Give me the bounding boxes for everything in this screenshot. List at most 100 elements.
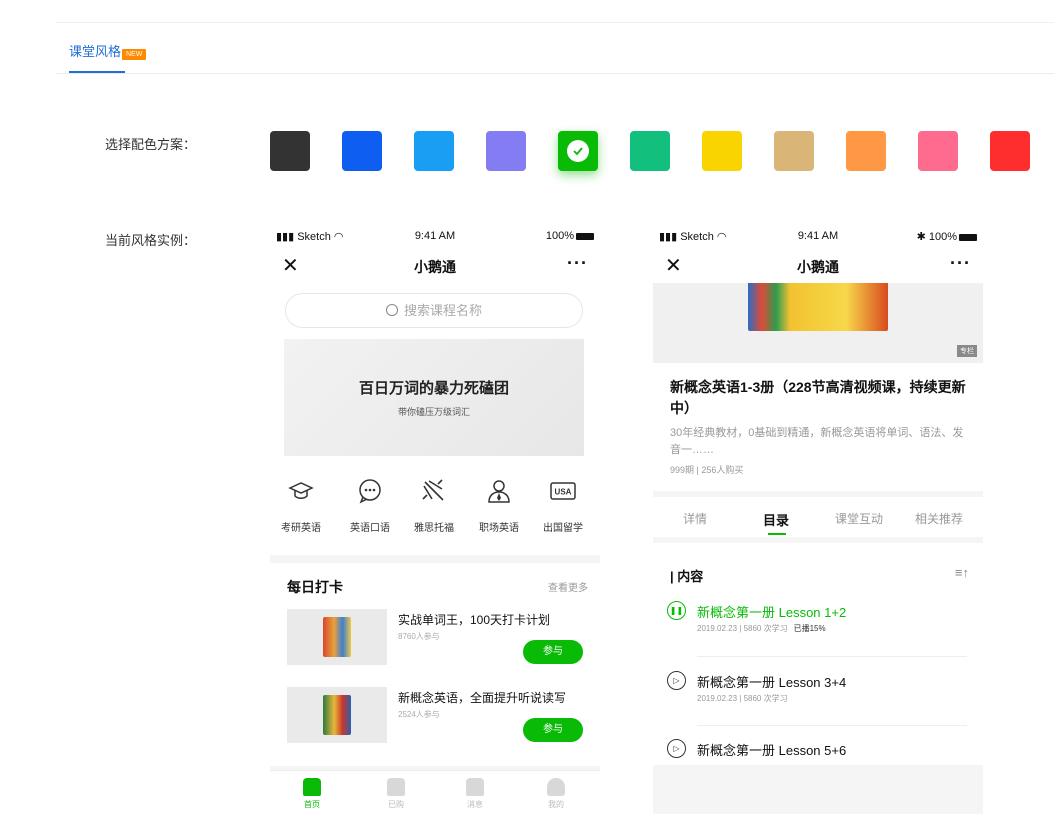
battery-icon (959, 233, 977, 241)
color-swatch[interactable] (918, 131, 958, 171)
bluetooth-icon: ✱ (916, 231, 926, 243)
list-title: | 内容 (670, 569, 704, 584)
search-input[interactable]: 搜索课程名称 (285, 293, 583, 328)
battery-icon (576, 232, 594, 240)
battery-status: 100% (546, 230, 594, 242)
played-percent: 已播15% (793, 624, 826, 633)
tab-label: 课堂风格 (69, 44, 122, 59)
daily-checkin-section: 每日打卡 查看更多 实战单词王，100天打卡计划 8760人参与 参与 新概念英… (270, 563, 600, 766)
course-title: 实战单词王，100天打卡计划 (398, 613, 551, 627)
tab-label: 我的 (548, 800, 564, 809)
check-icon (567, 140, 589, 162)
course-cover-image: 专栏 (653, 283, 983, 363)
new-badge: NEW (122, 49, 147, 60)
course-thumbnail (287, 609, 387, 665)
category-ielts[interactable]: 雅思托福 (403, 478, 465, 534)
sort-icon[interactable]: ≡↑ (955, 565, 969, 580)
banner-title: 百日万词的暴力死磕团 (358, 380, 509, 397)
color-swatch[interactable] (630, 131, 670, 171)
phone-preview-home: ▮▮▮ Sketch ◠ 9:41 AM 100% ✕ 小鹅通 ··· 搜索课程… (270, 225, 600, 814)
play-icon[interactable]: ▷ (667, 671, 686, 690)
join-button[interactable]: 参与 (523, 640, 583, 664)
course-participants: 8760人参与 (398, 632, 440, 641)
tab-home[interactable]: 首页 (287, 778, 337, 810)
pause-icon[interactable]: ❚❚ (667, 601, 686, 620)
course-title: 新概念英语1-3册（228节高清视频课，持续更新中） (670, 379, 966, 416)
category-label: 英语口语 (350, 523, 390, 534)
color-swatch[interactable] (558, 131, 598, 171)
tab-classroom-style[interactable]: 课堂风格 (69, 41, 125, 74)
tab-purchased[interactable]: 已购 (371, 778, 421, 810)
active-tab-indicator (768, 533, 786, 535)
color-swatch[interactable] (486, 131, 526, 171)
color-swatch[interactable] (774, 131, 814, 171)
course-participants: 2524人参与 (398, 710, 440, 719)
nav-bar: ✕ 小鹅通 ··· (270, 247, 600, 283)
lesson-meta: 2019.02.23 | 5860 次学习 (697, 694, 788, 703)
phone-preview-course: ▮▮▮ Sketch ◠ 9:41 AM ✱ 100% ✕ 小鹅通 ··· 专栏… (653, 225, 983, 814)
category-label: 职场英语 (479, 523, 519, 534)
section-title: 每日打卡 (287, 579, 343, 595)
tab-interaction[interactable]: 课堂互动 (835, 510, 883, 527)
see-more-link[interactable]: 查看更多 (548, 579, 588, 594)
search-icon (385, 304, 398, 316)
category-label: 雅思托福 (414, 523, 454, 534)
color-swatch[interactable] (342, 131, 382, 171)
tab-messages[interactable]: 消息 (450, 778, 500, 810)
play-icon[interactable]: ▷ (667, 739, 686, 758)
tab-label: 消息 (467, 800, 483, 809)
tab-catalog[interactable]: 目录 (763, 510, 789, 529)
book-cover (323, 617, 351, 657)
color-swatch[interactable] (702, 131, 742, 171)
column-tag: 专栏 (957, 345, 977, 357)
course-item[interactable]: 新概念英语，全面提升听说读写 2524人参与 参与 (287, 687, 587, 745)
bag-icon (387, 778, 405, 796)
promo-banner[interactable]: 百日万词的暴力死磕团 带你磕压万级词汇 (284, 339, 584, 456)
chat-bubble-icon (359, 479, 381, 504)
nav-bar: ✕ 小鹅通 ··· (653, 247, 983, 283)
color-swatch[interactable] (990, 131, 1030, 171)
more-icon[interactable]: ··· (567, 253, 588, 274)
divider (697, 725, 967, 726)
home-icon (303, 778, 321, 796)
category-label: 出国留学 (543, 523, 583, 534)
course-meta: 999期 | 256人购买 (670, 465, 744, 475)
tab-recommend[interactable]: 相关推荐 (915, 510, 963, 527)
course-item[interactable]: 实战单词王，100天打卡计划 8760人参与 参与 (287, 609, 587, 667)
color-swatch[interactable] (414, 131, 454, 171)
tab-label: 已购 (388, 800, 404, 809)
nav-title: 小鹅通 (414, 259, 456, 275)
battery-status: ✱ 100% (917, 230, 977, 243)
lesson-title: 新概念第一册 Lesson 1+2 (697, 605, 847, 620)
status-bar: ▮▮▮ Sketch ◠ 9:41 AM ✱ 100% (653, 225, 983, 247)
color-swatch[interactable] (846, 131, 886, 171)
join-button[interactable]: 参与 (523, 718, 583, 742)
search-placeholder: 搜索课程名称 (403, 303, 482, 318)
category-study-abroad[interactable]: USA 出国留学 (532, 478, 594, 534)
course-info: 新概念英语1-3册（228节高清视频课，持续更新中） 30年经典教材，0基础到精… (653, 363, 983, 491)
banner-subtitle: 带你磕压万级词汇 (397, 407, 470, 417)
category-kaoyan[interactable]: 考研英语 (270, 478, 332, 534)
more-icon[interactable]: ··· (950, 253, 971, 274)
svg-text:USA: USA (555, 488, 572, 497)
tab-bar: 课堂风格 NEW (56, 23, 1054, 74)
tab-mine[interactable]: 我的 (531, 778, 581, 810)
home-top-section: 搜索课程名称 百日万词的暴力死磕团 带你磕压万级词汇 考研英语 英语口语 雅思托… (270, 283, 600, 555)
status-bar: ▮▮▮ Sketch ◠ 9:41 AM 100% (270, 225, 600, 247)
color-scheme-label: 选择配色方案： (105, 137, 197, 152)
lesson-meta: 2019.02.23 | 5860 次学习 已播15% (697, 624, 826, 633)
book-set-image (748, 283, 888, 331)
message-icon (466, 778, 484, 796)
lesson-title: 新概念第一册 Lesson 5+6 (697, 743, 847, 758)
color-swatch[interactable] (270, 131, 310, 171)
category-workplace[interactable]: 职场英语 (468, 478, 530, 534)
category-oral[interactable]: 英语口语 (339, 478, 401, 534)
course-tabs: 详情 目录 课堂互动 相关推荐 (653, 497, 983, 537)
user-icon (547, 778, 565, 796)
tab-details[interactable]: 详情 (683, 510, 707, 527)
tab-underline (69, 71, 125, 73)
course-thumbnail (287, 687, 387, 743)
lesson-title: 新概念第一册 Lesson 3+4 (697, 675, 847, 690)
category-label: 考研英语 (281, 523, 321, 534)
person-tie-icon (488, 480, 510, 503)
